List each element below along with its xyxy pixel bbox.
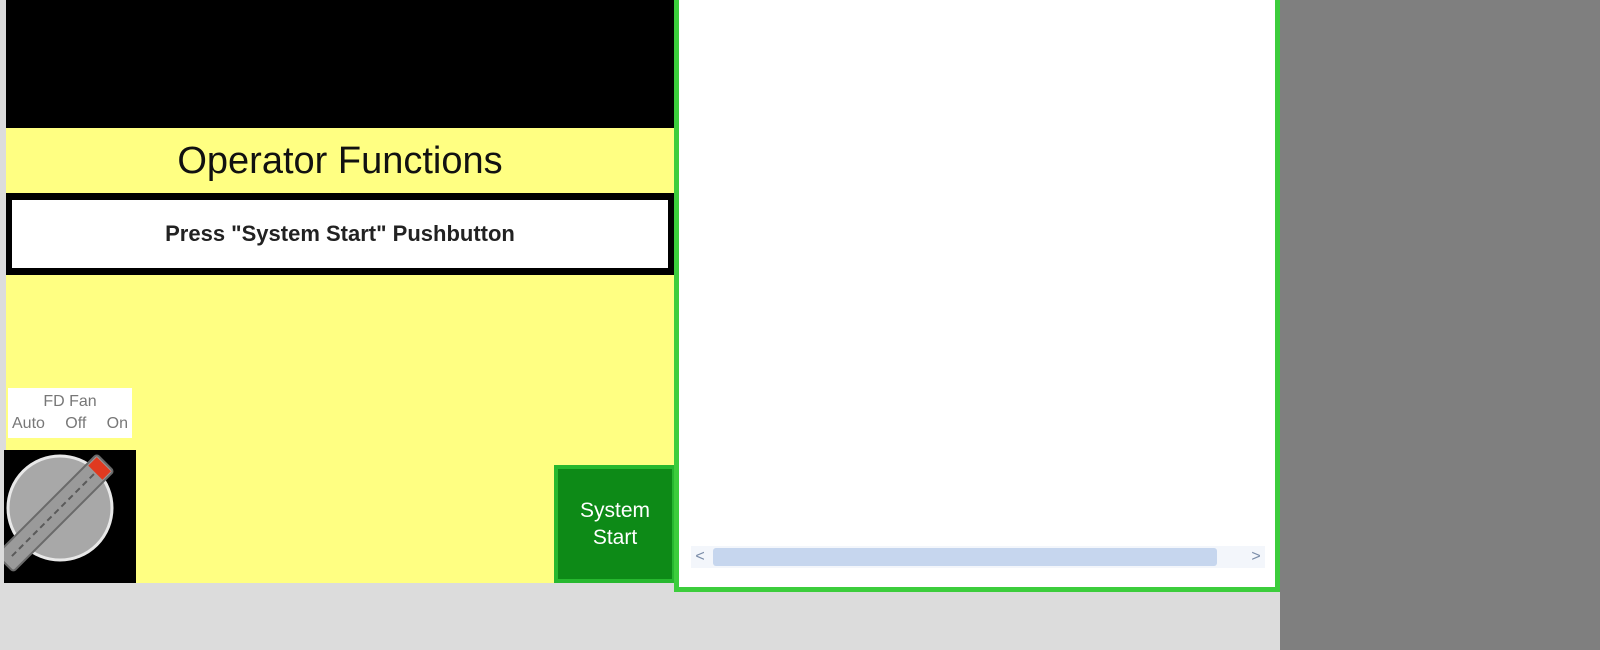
panel-title: Operator Functions	[177, 140, 503, 182]
operator-functions-panel: Operator Functions Press "System Start" …	[4, 128, 676, 583]
hmi-screen: Operator Functions Press "System Start" …	[0, 0, 1600, 650]
display-window: < >	[674, 0, 1280, 592]
instruction-message: Press "System Start" Pushbutton	[12, 200, 668, 268]
header-black-area	[6, 0, 674, 128]
scroll-right-icon[interactable]: >	[1247, 548, 1265, 566]
fd-fan-auto-label: Auto	[12, 415, 45, 432]
fd-fan-selector-switch[interactable]	[4, 450, 136, 583]
fd-fan-title: FD Fan	[43, 393, 97, 410]
horizontal-scrollbar[interactable]: < >	[691, 546, 1265, 568]
fd-fan-label: FD Fan Auto Off On	[8, 388, 132, 438]
fd-fan-off-label: Off	[65, 415, 87, 432]
scroll-left-icon[interactable]: <	[691, 548, 709, 566]
scroll-thumb[interactable]	[713, 548, 1217, 566]
right-gray-area	[1280, 0, 1600, 650]
fd-fan-on-label: On	[106, 415, 128, 432]
system-start-line1: System	[579, 499, 650, 522]
system-start-line2: Start	[592, 526, 638, 549]
system-start-button[interactable]: System Start	[554, 465, 676, 583]
bottom-strip	[0, 592, 1280, 650]
selector-knob-icon	[4, 454, 114, 572]
instruction-message-bar: Press "System Start" Pushbutton	[6, 193, 674, 275]
